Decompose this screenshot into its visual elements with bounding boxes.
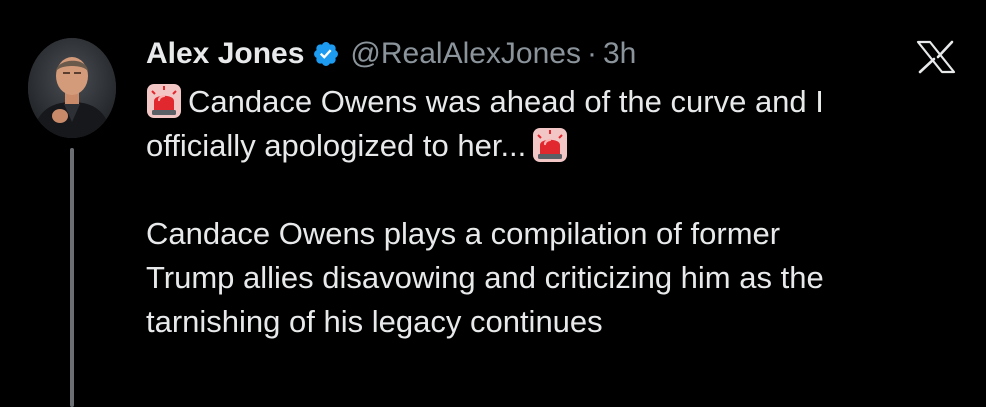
text-line: Trump allies disavowing and criticizing … — [146, 260, 824, 295]
text-line: Candace Owens plays a compilation of for… — [146, 216, 781, 251]
tweet[interactable]: Alex Jones @RealAlexJones · 3h Candace O… — [0, 0, 986, 407]
avatar-photo — [28, 38, 116, 138]
timestamp[interactable]: 3h — [603, 37, 636, 71]
x-logo-icon[interactable] — [916, 40, 956, 74]
author-handle[interactable]: @RealAlexJones — [350, 37, 581, 71]
text-line: tarnishing of his legacy continues — [146, 304, 603, 339]
thread-connector-line — [70, 148, 74, 407]
text-segment: officially apologized to her... — [146, 128, 527, 163]
author-name[interactable]: Alex Jones — [146, 37, 304, 71]
tweet-header: Alex Jones @RealAlexJones · 3h — [146, 32, 636, 76]
verified-badge-icon[interactable] — [312, 40, 340, 68]
text-line: officially apologized to her... — [146, 124, 966, 168]
siren-icon — [147, 84, 181, 118]
text-segment: Candace Owens was ahead of the curve and… — [188, 84, 824, 119]
text-line: Candace Owens was ahead of the curve and… — [146, 80, 966, 124]
siren-icon — [533, 128, 568, 162]
avatar[interactable] — [28, 38, 116, 138]
separator-dot: · — [587, 37, 597, 70]
tweet-text: Candace Owens was ahead of the curve and… — [146, 80, 966, 344]
